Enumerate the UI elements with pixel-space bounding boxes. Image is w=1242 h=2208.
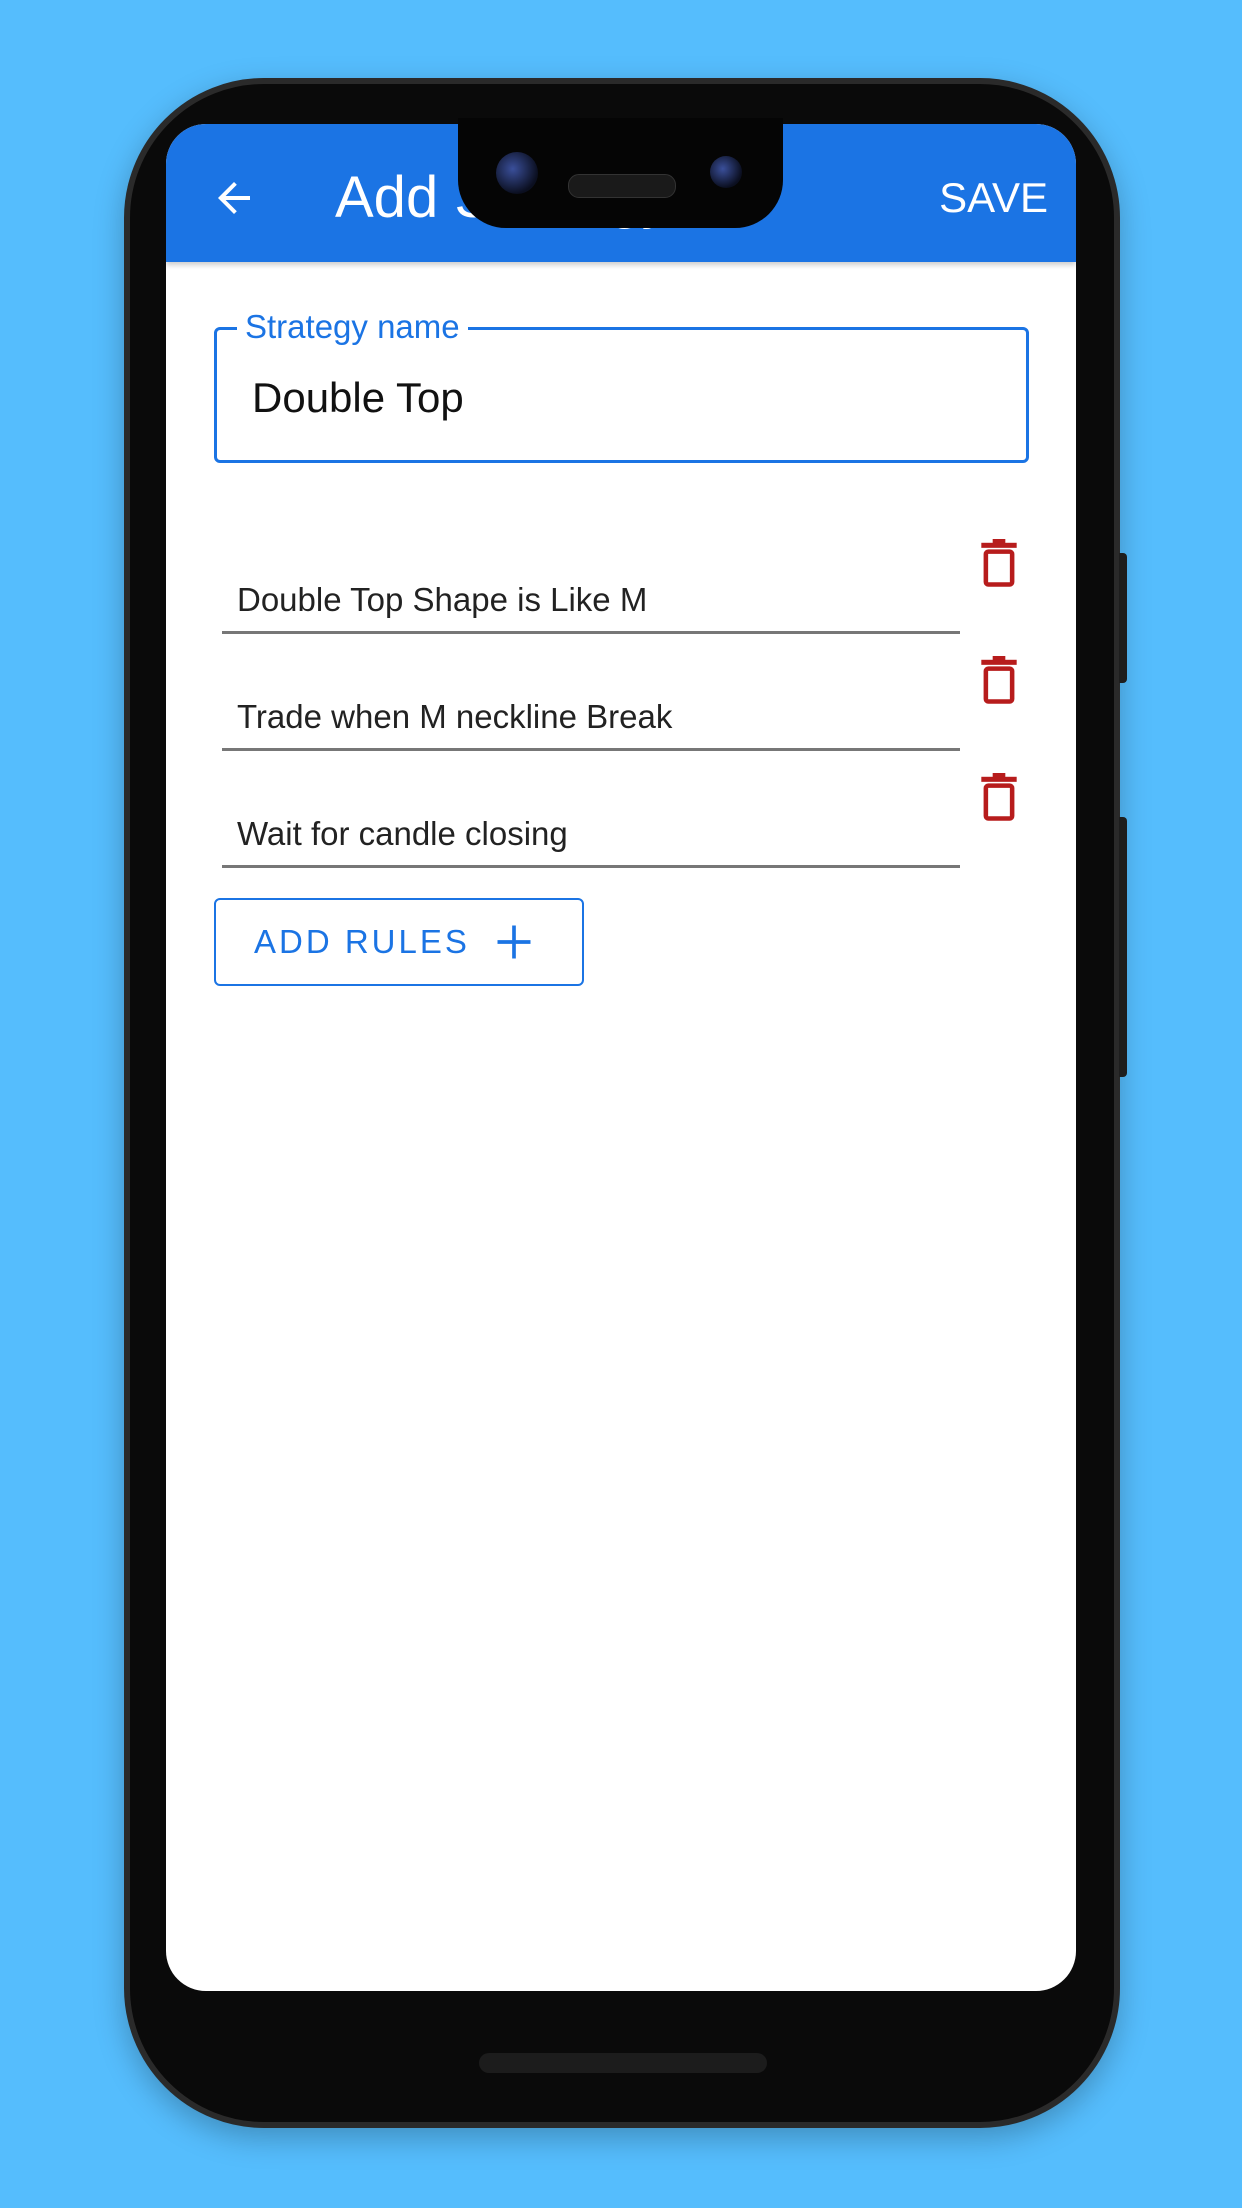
trash-icon[interactable] [981,539,1017,587]
rule-input[interactable]: Double Top Shape is Like M [222,571,960,634]
front-camera-icon [496,152,538,194]
trash-icon[interactable] [981,656,1017,704]
sensor-icon [710,156,742,188]
home-bar [479,2053,767,2073]
strategy-name-label: Strategy name [237,308,468,346]
add-rules-button[interactable]: ADD RULES [214,898,584,986]
app-screen: Add Strategy SAVE Strategy name Double T… [166,124,1076,1991]
volume-button [1119,817,1127,1077]
rule-input[interactable]: Wait for candle closing [222,805,960,868]
plus-icon [497,925,531,959]
rule-text[interactable]: Wait for candle closing [237,815,568,853]
rule-text[interactable]: Trade when M neckline Break [237,698,672,736]
earpiece-speaker [568,174,676,198]
rule-text[interactable]: Double Top Shape is Like M [237,581,647,619]
save-button[interactable]: SAVE [939,174,1048,222]
strategy-name-value[interactable]: Double Top [252,374,464,422]
add-rules-label: ADD RULES [254,923,470,960]
arrow-left-icon[interactable] [210,174,258,222]
rule-input[interactable]: Trade when M neckline Break [222,688,960,751]
strategy-name-input[interactable]: Strategy name Double Top [214,308,1029,463]
power-button [1119,553,1127,683]
trash-icon[interactable] [981,773,1017,821]
camera-notch [458,118,783,228]
